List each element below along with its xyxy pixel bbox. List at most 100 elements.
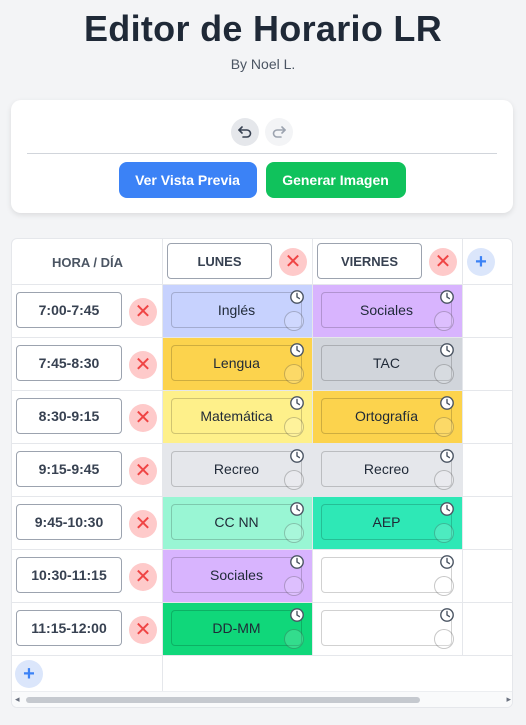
subject-cell[interactable] — [313, 603, 463, 655]
clock-icon[interactable] — [439, 448, 455, 464]
color-picker[interactable] — [284, 364, 304, 384]
color-picker[interactable] — [284, 311, 304, 331]
time-cell: 9:45-10:30 ✕ — [12, 497, 163, 549]
time-range-input[interactable]: 10:30-11:15 — [16, 557, 122, 593]
subject-input[interactable]: Lengua — [171, 345, 302, 381]
clock-icon[interactable] — [289, 448, 305, 464]
color-picker[interactable] — [284, 470, 304, 490]
subject-cell[interactable]: Lengua — [163, 338, 313, 390]
scroll-right-icon[interactable]: ▸ — [506, 694, 511, 705]
subject-input[interactable]: Ortografía — [321, 398, 452, 434]
subject-cell[interactable]: AEP — [313, 497, 463, 549]
delete-day-button[interactable]: ✕ — [429, 248, 457, 276]
color-picker[interactable] — [434, 364, 454, 384]
subject-cell[interactable]: CC NN — [163, 497, 313, 549]
subject-cell[interactable]: Inglés — [163, 285, 313, 337]
empty-cell — [463, 603, 512, 655]
delete-row-button[interactable]: ✕ — [129, 563, 157, 591]
clock-icon[interactable] — [289, 342, 305, 358]
color-picker[interactable] — [284, 417, 304, 437]
clock-icon[interactable] — [289, 607, 305, 623]
delete-row-button[interactable]: ✕ — [129, 457, 157, 485]
close-icon: ✕ — [134, 301, 152, 323]
table-header-row: HORA / DÍA LUNES ✕ VIERNES ✕ + — [12, 239, 512, 285]
subject-input[interactable]: CC NN — [171, 504, 302, 540]
preview-button[interactable]: Ver Vista Previa — [118, 162, 257, 198]
subject-input[interactable] — [321, 557, 452, 593]
plus-icon: + — [23, 663, 35, 685]
clock-icon[interactable] — [289, 501, 305, 517]
delete-row-button[interactable]: ✕ — [129, 298, 157, 326]
time-cell: 11:15-12:00 ✕ — [12, 603, 163, 655]
clock-icon[interactable] — [439, 554, 455, 570]
clock-icon[interactable] — [439, 342, 455, 358]
subject-input[interactable]: TAC — [321, 345, 452, 381]
clock-icon[interactable] — [289, 289, 305, 305]
redo-icon — [272, 126, 286, 138]
color-picker[interactable] — [434, 470, 454, 490]
color-picker[interactable] — [284, 523, 304, 543]
color-picker[interactable] — [284, 576, 304, 596]
color-picker[interactable] — [434, 629, 454, 649]
subject-cell[interactable]: Recreo — [313, 444, 463, 496]
hora-dia-label: HORA / DÍA — [51, 255, 124, 270]
time-cell: 9:15-9:45 ✕ — [12, 444, 163, 496]
toolbar-panel: Ver Vista Previa Generar Imagen — [11, 100, 513, 213]
subject-input[interactable]: Recreo — [171, 451, 302, 487]
subject-cell[interactable]: Sociales — [313, 285, 463, 337]
subject-input[interactable]: Sociales — [321, 292, 452, 328]
day-name-input[interactable]: LUNES — [167, 243, 272, 279]
subject-input[interactable]: Recreo — [321, 451, 452, 487]
undo-button[interactable] — [231, 118, 259, 146]
subject-input[interactable]: DD-MM — [171, 610, 302, 646]
time-range-input[interactable]: 9:15-9:45 — [16, 451, 122, 487]
page-subtitle: By Noel L. — [230, 56, 296, 72]
subject-input[interactable]: Matemática — [171, 398, 302, 434]
subject-cell[interactable]: Recreo — [163, 444, 313, 496]
clock-icon[interactable] — [289, 395, 305, 411]
scroll-left-icon[interactable]: ◂ — [15, 694, 20, 705]
time-range-input[interactable]: 9:45-10:30 — [16, 504, 122, 540]
clock-icon[interactable] — [289, 554, 305, 570]
clock-icon[interactable] — [439, 501, 455, 517]
add-time-row-button[interactable]: + — [15, 660, 43, 688]
scrollbar-thumb[interactable] — [26, 697, 420, 703]
delete-row-button[interactable]: ✕ — [129, 510, 157, 538]
delete-row-button[interactable]: ✕ — [129, 616, 157, 644]
clock-icon[interactable] — [439, 607, 455, 623]
time-range-input[interactable]: 7:00-7:45 — [16, 292, 122, 328]
delete-row-button[interactable]: ✕ — [129, 351, 157, 379]
close-icon: ✕ — [134, 460, 152, 482]
delete-row-button[interactable]: ✕ — [129, 404, 157, 432]
subject-input[interactable]: AEP — [321, 504, 452, 540]
time-range-input[interactable]: 8:30-9:15 — [16, 398, 122, 434]
subject-cell[interactable]: TAC — [313, 338, 463, 390]
day-name-input[interactable]: VIERNES — [317, 243, 422, 279]
close-icon: ✕ — [434, 251, 452, 273]
subject-input[interactable]: Inglés — [171, 292, 302, 328]
add-day-button[interactable]: + — [467, 248, 495, 276]
subject-cell[interactable]: Sociales — [163, 550, 313, 602]
color-picker[interactable] — [434, 311, 454, 331]
subject-cell[interactable] — [313, 550, 463, 602]
color-picker[interactable] — [434, 417, 454, 437]
color-picker[interactable] — [284, 629, 304, 649]
subject-cell[interactable]: Ortografía — [313, 391, 463, 443]
table-row: 8:30-9:15 ✕ Matemática Ortografía — [12, 391, 512, 444]
subject-input[interactable] — [321, 610, 452, 646]
subject-cell[interactable]: DD-MM — [163, 603, 313, 655]
horizontal-scrollbar[interactable]: ◂ ▸ — [12, 691, 512, 707]
subject-cell[interactable]: Matemática — [163, 391, 313, 443]
subject-input[interactable]: Sociales — [171, 557, 302, 593]
color-picker[interactable] — [434, 523, 454, 543]
clock-icon[interactable] — [439, 289, 455, 305]
clock-icon[interactable] — [439, 395, 455, 411]
delete-day-button[interactable]: ✕ — [279, 248, 307, 276]
redo-button[interactable] — [265, 118, 293, 146]
close-icon: ✕ — [134, 513, 152, 535]
generate-image-button[interactable]: Generar Imagen — [265, 162, 406, 198]
page-title: Editor de Horario LR — [83, 8, 443, 49]
time-range-input[interactable]: 7:45-8:30 — [16, 345, 122, 381]
time-range-input[interactable]: 11:15-12:00 — [16, 610, 122, 646]
color-picker[interactable] — [434, 576, 454, 596]
